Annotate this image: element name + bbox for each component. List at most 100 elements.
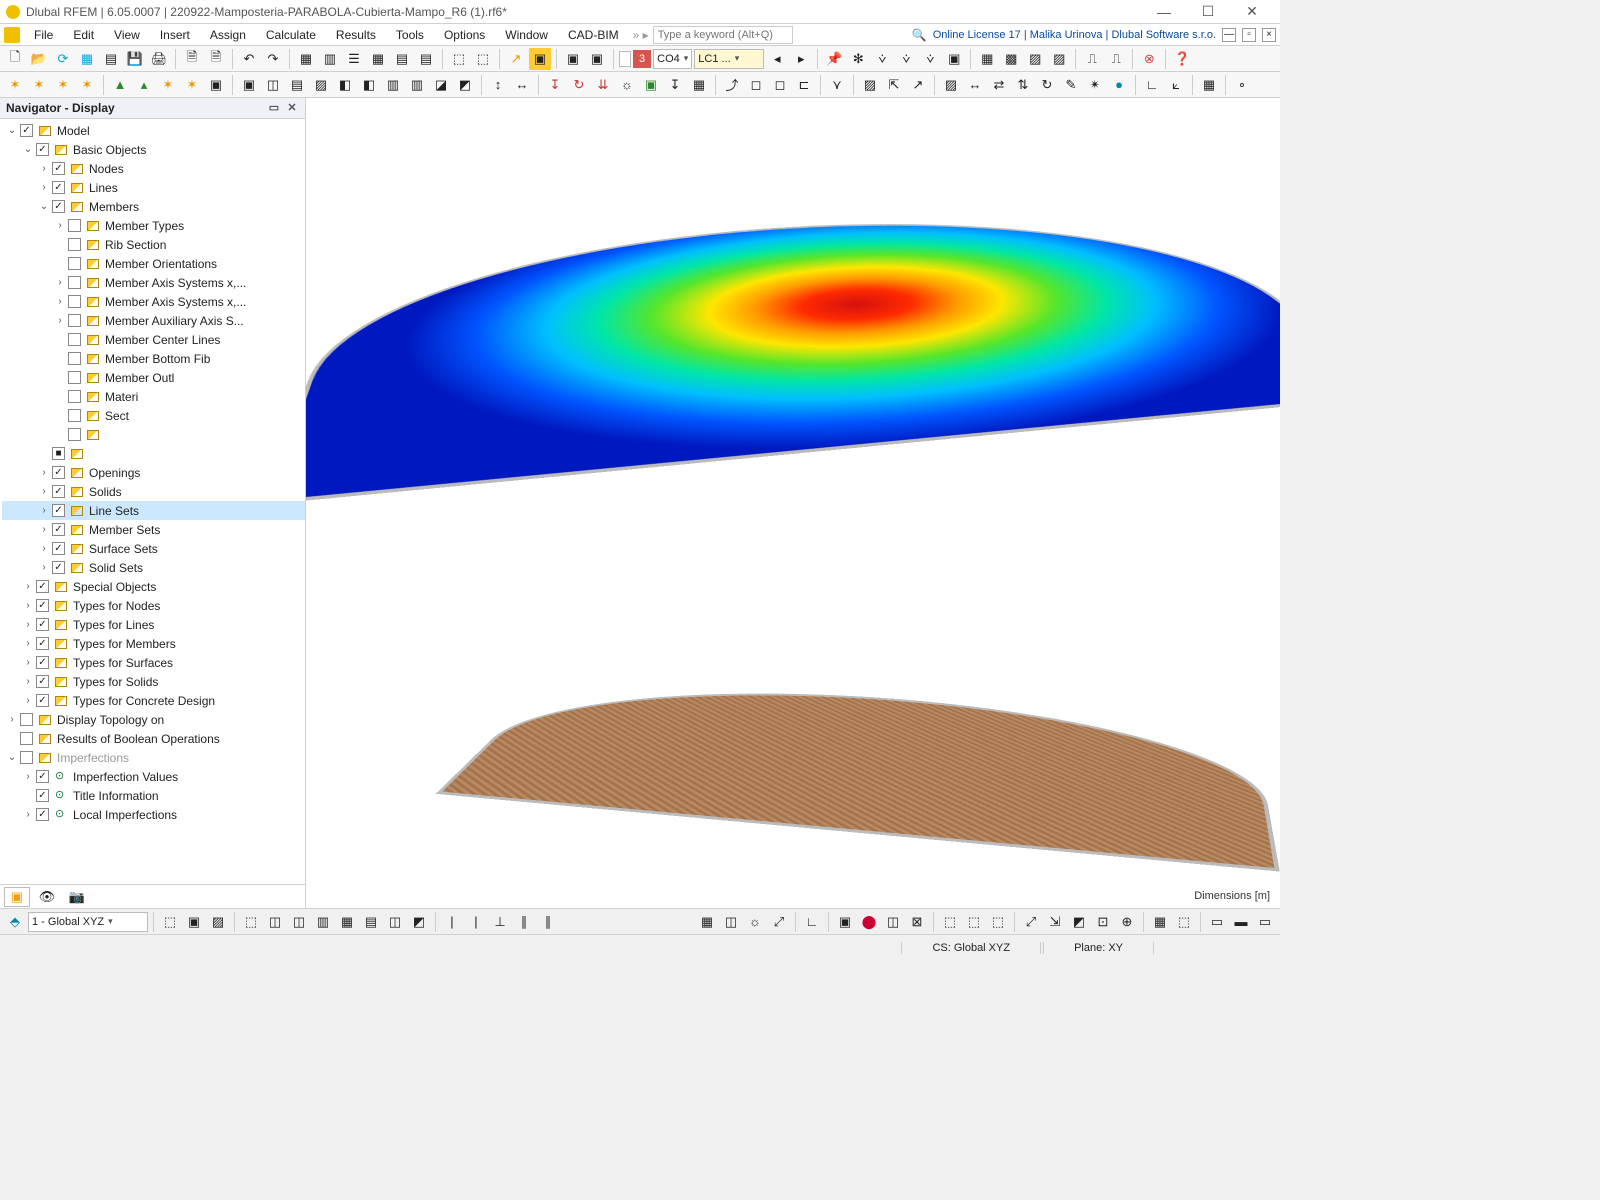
- tree-item[interactable]: ›✓Imperfection Values: [2, 767, 305, 786]
- menu-options[interactable]: Options: [434, 26, 495, 44]
- tool-a-icon[interactable]: ▣: [238, 74, 260, 96]
- v-opt4-icon[interactable]: ⬚: [240, 911, 262, 933]
- tool-h-icon[interactable]: ▥: [406, 74, 428, 96]
- grid2-icon[interactable]: ▦: [367, 48, 389, 70]
- zoom4-icon[interactable]: ⊡: [1092, 911, 1114, 933]
- blocks-icon[interactable]: ▦: [76, 48, 98, 70]
- checkbox[interactable]: [68, 428, 81, 441]
- expander-icon[interactable]: ›: [22, 657, 34, 668]
- select2-icon[interactable]: ⬚: [472, 48, 494, 70]
- tree-item[interactable]: ›Member Auxiliary Axis S...: [2, 311, 305, 330]
- sup-node-icon[interactable]: ✻: [847, 48, 869, 70]
- menu-view[interactable]: View: [104, 26, 150, 44]
- sup-line-icon[interactable]: ⩒: [871, 48, 893, 70]
- tool-g-icon[interactable]: ▥: [382, 74, 404, 96]
- mdi-max-button[interactable]: ▫: [1242, 28, 1256, 42]
- pin-icon[interactable]: 📌: [823, 48, 845, 70]
- tree-item[interactable]: ›✓Types for Members: [2, 634, 305, 653]
- expander-icon[interactable]: ⌄: [38, 201, 50, 212]
- checkbox[interactable]: [20, 713, 33, 726]
- color-white-icon[interactable]: [619, 51, 631, 67]
- tree-item[interactable]: ›✓Lines: [2, 178, 305, 197]
- tree-item[interactable]: ›Display Topology on: [2, 710, 305, 729]
- surf-load-icon[interactable]: ☼: [616, 74, 638, 96]
- window1-icon[interactable]: ▦: [1149, 911, 1171, 933]
- new-icon[interactable]: 🗋: [4, 48, 26, 70]
- model-viewport[interactable]: Dimensions [m]: [306, 98, 1280, 908]
- form-icon[interactable]: ▥: [319, 48, 341, 70]
- tree-item[interactable]: [2, 425, 305, 444]
- grp4-icon[interactable]: ⊠: [906, 911, 928, 933]
- solid-icon[interactable]: ▩: [1000, 48, 1022, 70]
- snap1-icon[interactable]: ⤴: [721, 74, 743, 96]
- expander-icon[interactable]: ⌄: [6, 125, 18, 136]
- keyword-search-input[interactable]: [653, 26, 793, 44]
- menu-insert[interactable]: Insert: [150, 26, 200, 44]
- tool-c-icon[interactable]: ▤: [286, 74, 308, 96]
- v-opt11-icon[interactable]: ◩: [408, 911, 430, 933]
- snap-b-icon[interactable]: ◫: [720, 911, 742, 933]
- checkbox[interactable]: [68, 352, 81, 365]
- line-tool-icon[interactable]: ✶: [28, 74, 50, 96]
- checkbox[interactable]: ✓: [52, 162, 65, 175]
- menu-calculate[interactable]: Calculate: [256, 26, 326, 44]
- sup-surf2-icon[interactable]: ⩒: [919, 48, 941, 70]
- tool-f-icon[interactable]: ◧: [358, 74, 380, 96]
- open-icon[interactable]: 📂: [28, 48, 50, 70]
- expander-icon[interactable]: ›: [22, 638, 34, 649]
- menu-results[interactable]: Results: [326, 26, 386, 44]
- grid-icon[interactable]: ▦: [976, 48, 998, 70]
- checkbox[interactable]: [68, 238, 81, 251]
- mod3-icon[interactable]: ⇄: [988, 74, 1010, 96]
- snap4-icon[interactable]: ⊏: [793, 74, 815, 96]
- v-opt15-icon[interactable]: ∥: [513, 911, 535, 933]
- tool-j-icon[interactable]: ◩: [454, 74, 476, 96]
- checkbox[interactable]: ✓: [36, 694, 49, 707]
- menu-cadbim[interactable]: CAD-BIM: [558, 26, 629, 44]
- snap-c-icon[interactable]: ☼: [744, 911, 766, 933]
- navigator-tree[interactable]: ⌄✓Model⌄✓Basic Objects›✓Nodes›✓Lines⌄✓Me…: [0, 119, 305, 884]
- checkbox[interactable]: ✓: [52, 466, 65, 479]
- ed3-icon[interactable]: ↗: [907, 74, 929, 96]
- zoom1-icon[interactable]: ⤢: [1020, 911, 1042, 933]
- expander-icon[interactable]: ›: [22, 581, 34, 592]
- checkbox[interactable]: ✓: [52, 523, 65, 536]
- mod1-icon[interactable]: ▨: [940, 74, 962, 96]
- v-opt1-icon[interactable]: ⬚: [159, 911, 181, 933]
- expander-icon[interactable]: ›: [6, 714, 18, 725]
- v-opt16-icon[interactable]: ∥: [537, 911, 559, 933]
- expander-icon[interactable]: ›: [38, 543, 50, 554]
- sheet1-icon[interactable]: 🗎: [181, 48, 203, 70]
- temp-icon[interactable]: ▦: [688, 74, 710, 96]
- expander-icon[interactable]: ⌄: [6, 752, 18, 763]
- checkbox[interactable]: ✓: [36, 656, 49, 669]
- area-icon[interactable]: ▣: [640, 74, 662, 96]
- set1-icon[interactable]: ▣: [562, 48, 584, 70]
- tool-i-icon[interactable]: ◪: [430, 74, 452, 96]
- v-opt8-icon[interactable]: ▦: [336, 911, 358, 933]
- tree-item[interactable]: ›✓Nodes: [2, 159, 305, 178]
- set2-icon[interactable]: ▣: [586, 48, 608, 70]
- nav-tab-views[interactable]: 📷: [64, 887, 90, 907]
- maximize-button[interactable]: ☐: [1186, 3, 1230, 20]
- checkbox[interactable]: ✓: [36, 599, 49, 612]
- expander-icon[interactable]: ›: [38, 467, 50, 478]
- navigator-close-icon[interactable]: ✕: [285, 101, 299, 115]
- help-icon[interactable]: ❓: [1171, 48, 1193, 70]
- expander-icon[interactable]: ›: [22, 600, 34, 611]
- checkbox[interactable]: ✓: [36, 637, 49, 650]
- charts-icon[interactable]: ▤: [415, 48, 437, 70]
- checkbox[interactable]: [20, 732, 33, 745]
- refresh-icon[interactable]: ⟳: [52, 48, 74, 70]
- checkbox[interactable]: [68, 276, 81, 289]
- tree-item[interactable]: ⌄✓Model: [2, 121, 305, 140]
- rel1-icon[interactable]: ⋎: [826, 74, 848, 96]
- mod7-icon[interactable]: ✴: [1084, 74, 1106, 96]
- v-opt7-icon[interactable]: ▥: [312, 911, 334, 933]
- surf-tool-icon[interactable]: ✶: [157, 74, 179, 96]
- mod4-icon[interactable]: ⇅: [1012, 74, 1034, 96]
- sup-surf-icon[interactable]: ⩒: [895, 48, 917, 70]
- expander-icon[interactable]: ›: [22, 771, 34, 782]
- cs-combo[interactable]: 1 - Global XYZ: [28, 912, 148, 932]
- checkbox[interactable]: ✓: [36, 789, 49, 802]
